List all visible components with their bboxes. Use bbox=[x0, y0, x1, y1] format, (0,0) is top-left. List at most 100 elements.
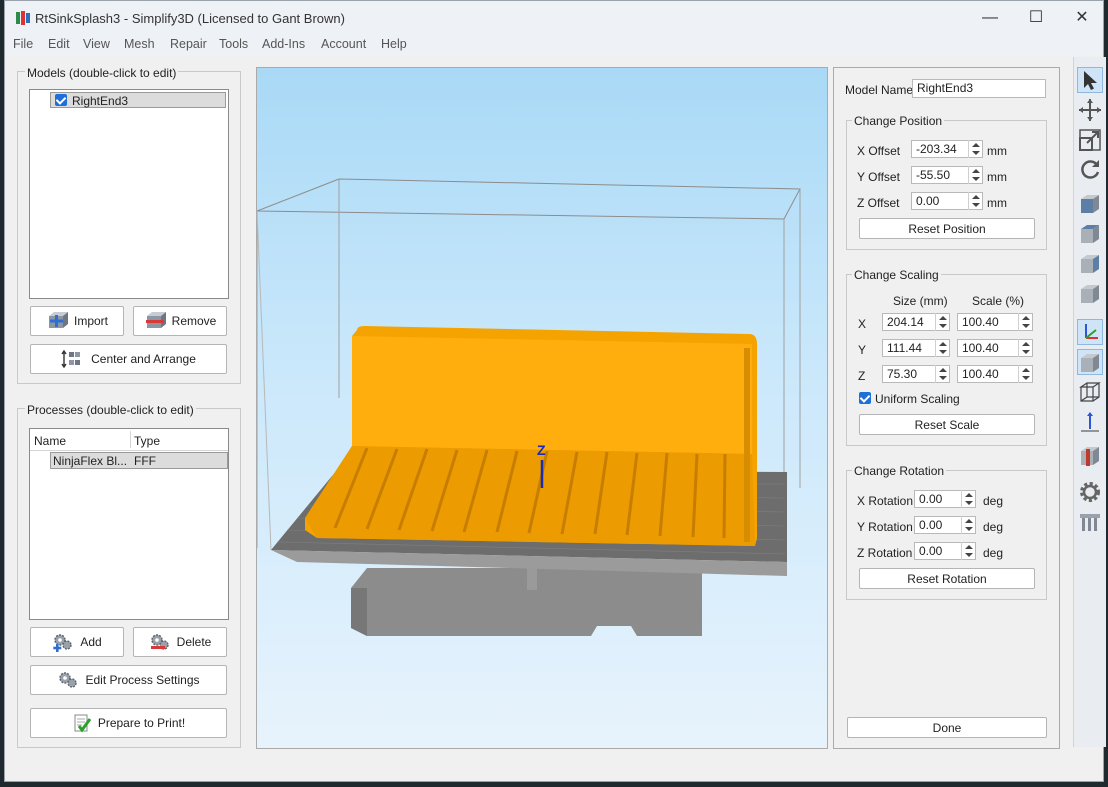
center-and-arrange-label: Center and Arrange bbox=[91, 352, 196, 366]
models-list[interactable]: RightEnd3 bbox=[29, 89, 229, 299]
3d-viewport[interactable]: Z bbox=[256, 67, 828, 749]
size-y-spinner[interactable] bbox=[935, 339, 949, 357]
add-process-label: Add bbox=[80, 635, 102, 649]
y-rotation-unit: deg bbox=[983, 520, 1004, 534]
menu-tools[interactable]: Tools bbox=[219, 37, 248, 51]
edit-process-settings-button[interactable]: Edit Process Settings bbox=[30, 665, 227, 695]
menu-view[interactable]: View bbox=[83, 37, 110, 51]
done-button[interactable]: Done bbox=[847, 717, 1047, 738]
maximize-button[interactable]: ☐ bbox=[1013, 1, 1059, 35]
view-front-button[interactable] bbox=[1077, 191, 1103, 217]
menu-file[interactable]: File bbox=[13, 37, 33, 51]
view-right-button[interactable] bbox=[1077, 281, 1103, 307]
axes-icon bbox=[1085, 324, 1098, 339]
z-rotation-spinner[interactable] bbox=[961, 542, 975, 560]
z-rotation-unit: deg bbox=[983, 546, 1004, 560]
view-cube-right-icon bbox=[1081, 285, 1099, 303]
column-header-name[interactable]: Name bbox=[34, 434, 66, 448]
view-toolbar bbox=[1073, 57, 1106, 747]
table-row[interactable]: NinjaFlex Bl... FFF bbox=[50, 452, 228, 469]
y-rotation-spinner[interactable] bbox=[961, 516, 975, 534]
models-title: Models (double-click to edit) bbox=[25, 66, 179, 80]
scale-tool-button[interactable] bbox=[1077, 127, 1103, 153]
scale-y-label: Y bbox=[858, 343, 867, 357]
x-rotation-unit: deg bbox=[983, 494, 1004, 508]
model-backwall bbox=[352, 336, 752, 454]
change-position-title: Change Position bbox=[852, 114, 945, 128]
prepare-to-print-button[interactable]: Prepare to Print! bbox=[30, 708, 227, 738]
menu-help[interactable]: Help bbox=[381, 37, 407, 51]
z-axis-label: Z bbox=[537, 442, 546, 458]
model-side-rib bbox=[744, 348, 750, 542]
delete-process-button[interactable]: Delete bbox=[133, 627, 227, 657]
wireframe-view-button[interactable] bbox=[1077, 379, 1103, 405]
view-left-button[interactable] bbox=[1077, 251, 1103, 277]
column-divider[interactable] bbox=[130, 431, 131, 448]
x-offset-spinner[interactable] bbox=[968, 140, 982, 158]
rotate-tool-button[interactable] bbox=[1077, 157, 1103, 183]
column-header-type[interactable]: Type bbox=[134, 434, 160, 448]
scale-z-label: Z bbox=[858, 369, 866, 383]
window-title: RtSinkSplash3 - Simplify3D (Licensed to … bbox=[35, 11, 345, 26]
size-z-spinner[interactable] bbox=[935, 365, 949, 383]
size-x-spinner[interactable] bbox=[935, 313, 949, 331]
processes-table[interactable]: Name Type NinjaFlex Bl... FFF bbox=[29, 428, 229, 620]
cross-section-button[interactable] bbox=[1077, 443, 1103, 469]
model-name-label: Model Name: bbox=[845, 83, 917, 97]
axes-toggle-button[interactable] bbox=[1077, 319, 1103, 345]
menu-edit[interactable]: Edit bbox=[48, 37, 70, 51]
menu-repair[interactable]: Repair bbox=[170, 37, 207, 51]
edit-process-settings-label: Edit Process Settings bbox=[85, 673, 200, 687]
z-offset-label: Z Offset bbox=[857, 196, 900, 210]
add-process-button[interactable]: Add bbox=[30, 627, 124, 657]
import-icon bbox=[48, 312, 68, 328]
reset-scale-button[interactable]: Reset Scale bbox=[859, 414, 1035, 435]
size-column-header: Size (mm) bbox=[893, 294, 948, 308]
z-offset-spinner[interactable] bbox=[968, 192, 982, 210]
select-tool-button[interactable] bbox=[1077, 67, 1103, 93]
change-rotation-title: Change Rotation bbox=[852, 464, 947, 478]
menu-mesh[interactable]: Mesh bbox=[124, 37, 155, 51]
scale-x-spinner[interactable] bbox=[1018, 313, 1032, 331]
prepare-to-print-label: Prepare to Print! bbox=[97, 716, 186, 730]
x-offset-label: X Offset bbox=[857, 144, 901, 158]
close-button[interactable]: ✕ bbox=[1059, 1, 1105, 35]
supports-button[interactable] bbox=[1077, 509, 1103, 535]
menu-add-ins[interactable]: Add-Ins bbox=[262, 37, 305, 51]
solid-view-button[interactable] bbox=[1077, 349, 1103, 375]
x-rotation-label: X Rotation bbox=[857, 494, 914, 508]
x-rotation-spinner[interactable] bbox=[961, 490, 975, 508]
reset-rotation-button[interactable]: Reset Rotation bbox=[859, 568, 1035, 589]
model-visible-checkbox[interactable] bbox=[55, 94, 67, 106]
view-cube-top-icon bbox=[1081, 225, 1099, 243]
move-tool-button[interactable] bbox=[1077, 97, 1103, 123]
minimize-button[interactable]: — bbox=[967, 1, 1013, 35]
z-rotation-label: Z Rotation bbox=[857, 546, 913, 560]
uniform-scaling-label[interactable]: Uniform Scaling bbox=[875, 392, 960, 406]
scale-y-spinner[interactable] bbox=[1018, 339, 1032, 357]
uniform-scaling-checkbox[interactable] bbox=[859, 392, 871, 404]
view-cube-front-icon bbox=[1081, 195, 1099, 213]
printer-base bbox=[351, 568, 702, 636]
delete-process-label: Delete bbox=[176, 635, 212, 649]
scale-icon bbox=[1079, 129, 1101, 151]
y-offset-label: Y Offset bbox=[857, 170, 900, 184]
center-and-arrange-button[interactable]: Center and Arrange bbox=[30, 344, 227, 374]
menu-account[interactable]: Account bbox=[321, 37, 366, 51]
remove-label: Remove bbox=[171, 314, 217, 328]
import-label: Import bbox=[73, 314, 108, 328]
axis-display-button[interactable] bbox=[1077, 409, 1103, 435]
settings-button[interactable] bbox=[1077, 479, 1103, 505]
scale-z-spinner[interactable] bbox=[1018, 365, 1032, 383]
gears-add-icon bbox=[53, 634, 73, 652]
processes-table-header: Name Type bbox=[30, 429, 228, 451]
list-item[interactable]: RightEnd3 bbox=[50, 92, 226, 108]
import-button[interactable]: Import bbox=[30, 306, 124, 336]
remove-button[interactable]: Remove bbox=[133, 306, 227, 336]
reset-position-button[interactable]: Reset Position bbox=[859, 218, 1035, 239]
y-offset-spinner[interactable] bbox=[968, 166, 982, 184]
title-bar: RtSinkSplash3 - Simplify3D (Licensed to … bbox=[5, 1, 1103, 35]
change-scaling-title: Change Scaling bbox=[852, 268, 941, 282]
view-top-button[interactable] bbox=[1077, 221, 1103, 247]
model-name-field[interactable]: RightEnd3 bbox=[912, 79, 1046, 98]
